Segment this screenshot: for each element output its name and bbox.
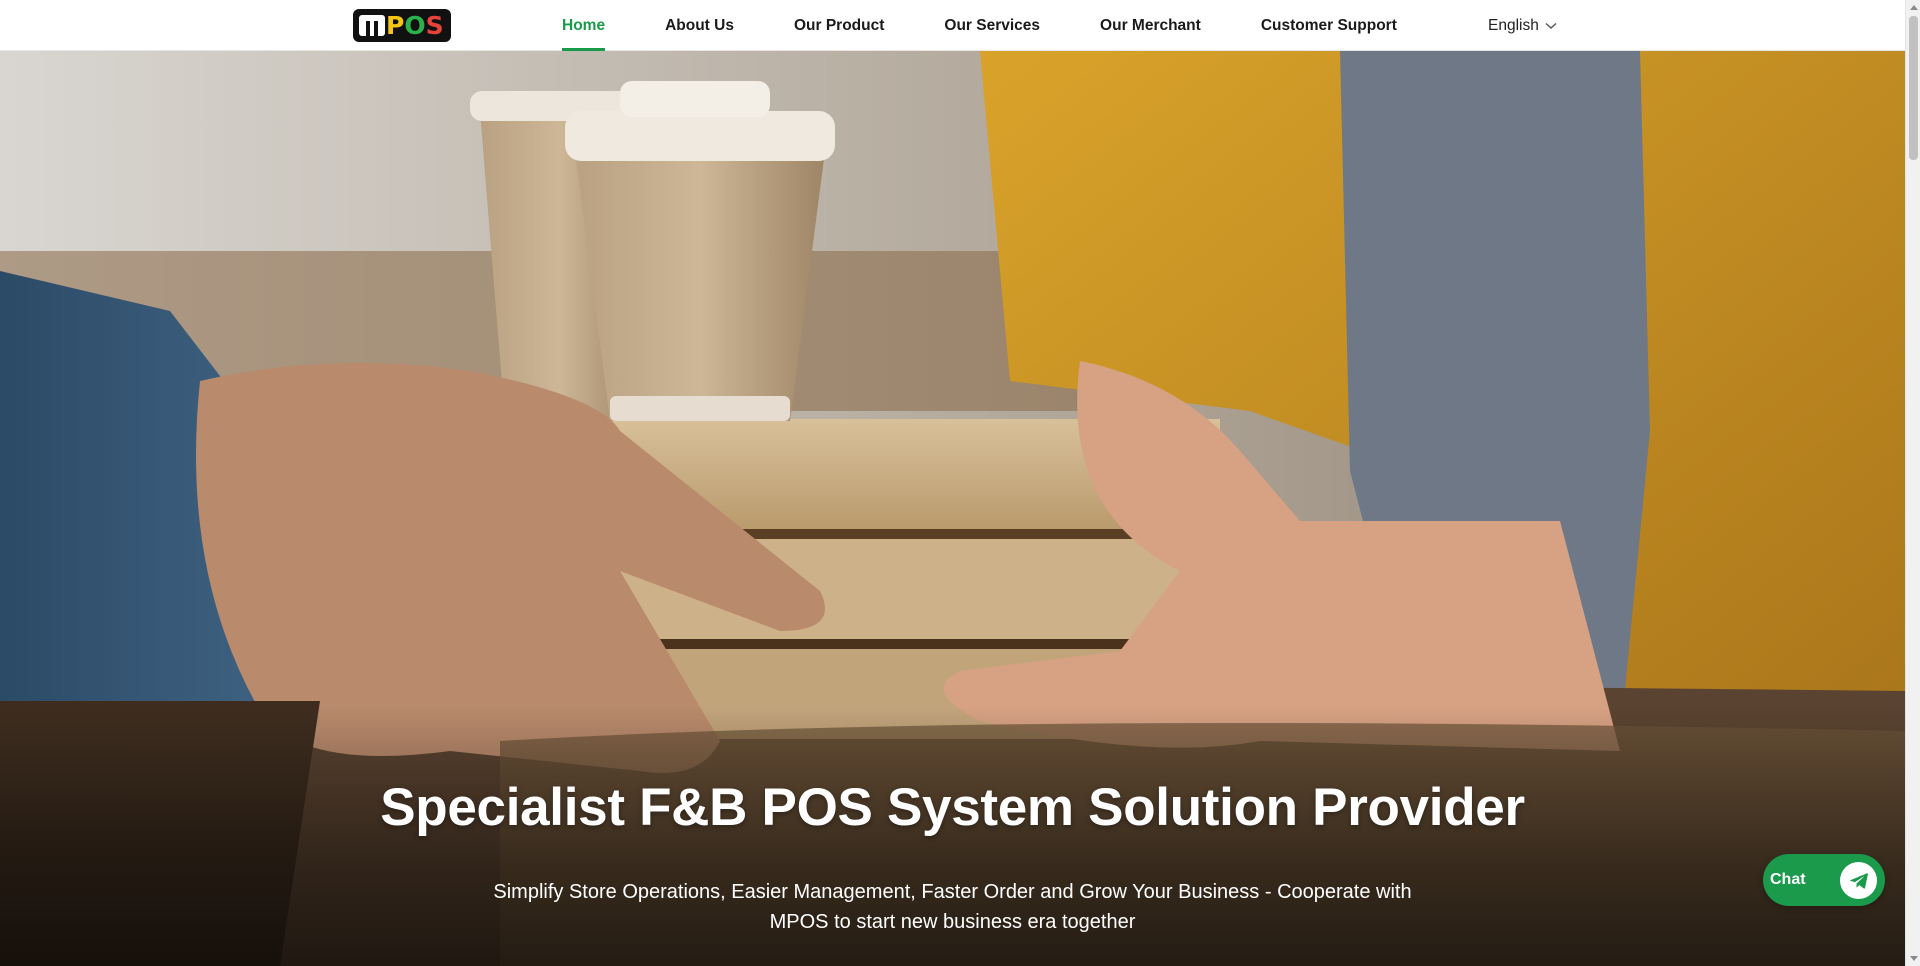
- chat-label: Chat: [1770, 871, 1806, 888]
- scroll-down-arrow-icon[interactable]: [1906, 951, 1920, 966]
- chat-button[interactable]: Chat: [1763, 854, 1885, 906]
- nav-item-our-services[interactable]: Our Services: [944, 0, 1040, 51]
- site-header: P O S Home About Us Our Product Our Serv…: [0, 0, 1905, 51]
- main-nav: Home About Us Our Product Our Services O…: [562, 0, 1397, 51]
- nav-item-our-product[interactable]: Our Product: [794, 0, 884, 51]
- language-label: English: [1488, 16, 1539, 34]
- nav-item-about-us[interactable]: About Us: [665, 0, 734, 51]
- chevron-down-icon: [1545, 22, 1557, 30]
- scrollbar-thumb[interactable]: [1909, 16, 1918, 160]
- nav-item-our-merchant[interactable]: Our Merchant: [1100, 0, 1201, 51]
- send-icon: [1840, 862, 1877, 899]
- logo-m-mark: [359, 15, 385, 36]
- hero-banner: Specialist F&B POS System Solution Provi…: [0, 51, 1905, 966]
- language-selector[interactable]: English: [1488, 0, 1557, 51]
- page-scrollbar[interactable]: [1905, 0, 1920, 966]
- logo-wordmark: P O S: [386, 13, 444, 38]
- hero-title: Specialist F&B POS System Solution Provi…: [380, 778, 1525, 837]
- nav-item-customer-support[interactable]: Customer Support: [1261, 0, 1397, 51]
- nav-item-home[interactable]: Home: [562, 0, 606, 51]
- logo-letter-s: S: [425, 11, 444, 40]
- scroll-up-arrow-icon[interactable]: [1906, 0, 1920, 15]
- logo-letter-p: P: [386, 11, 405, 40]
- logo-letter-o: O: [404, 11, 426, 40]
- mpos-logo[interactable]: P O S: [353, 9, 451, 42]
- hero-subtitle: Simplify Store Operations, Easier Manage…: [493, 881, 1412, 933]
